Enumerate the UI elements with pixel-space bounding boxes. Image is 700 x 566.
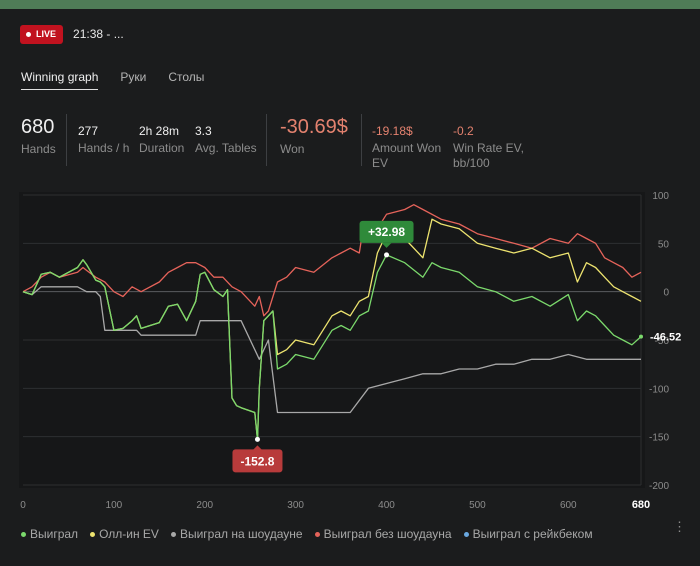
stat-win-rate-ev-label-line2: bb/100: [453, 156, 490, 170]
stat-amount-won-ev: -19.18$ Amount Won EV: [372, 124, 441, 171]
stat-hands-per-hour-value: 277: [78, 124, 99, 138]
stat-avg-tables: 3.3 Avg. Tables: [195, 124, 257, 156]
stat-duration-label: Duration: [139, 141, 185, 155]
stat-hands-per-hour: 277 Hands / h: [78, 124, 129, 156]
tab-bar: Winning graph Руки Столы: [21, 70, 204, 90]
top-accent-bar: [0, 0, 700, 9]
legend-label: Олл-ин EV: [99, 527, 159, 541]
stat-amount-won-ev-value: -19.18$: [372, 124, 413, 138]
legend-dot-icon: [21, 531, 26, 537]
stat-hands: 680 Hands: [21, 116, 56, 157]
legend-label: Выиграл без шоудауна: [323, 527, 452, 541]
end-value-label: -46.52: [650, 332, 681, 344]
end-point: [639, 334, 643, 339]
x-tick-label: 500: [469, 500, 486, 511]
legend-item[interactable]: Выиграл: [21, 527, 78, 541]
tab-winning-graph[interactable]: Winning graph: [21, 70, 99, 90]
legend-label: Выиграл на шоудауне: [179, 527, 303, 541]
y-tick-label: -150: [649, 433, 669, 444]
session-header: LIVE 21:38 - ...: [20, 24, 124, 44]
legend-item[interactable]: Выиграл без шоудауна: [314, 527, 452, 541]
stat-win-rate-ev: -0.2 Win Rate EV, bb/100: [453, 124, 524, 171]
max-point: [384, 252, 390, 258]
stat-divider: [361, 114, 362, 166]
legend-dot-icon: [170, 531, 176, 537]
stat-amount-won-ev-label-line2: EV: [372, 156, 389, 170]
winning-graph-chart[interactable]: 100500-50-100-150-2000 100 200 300 400 500 600…: [0, 190, 700, 520]
x-tick-label: 600: [560, 500, 577, 511]
stat-win-rate-ev-label-line1: Win Rate EV,: [453, 141, 524, 155]
live-badge[interactable]: LIVE: [20, 24, 64, 44]
x-tick-label: 680: [632, 499, 650, 511]
legend-item[interactable]: Выиграл с рейкбеком: [463, 527, 593, 541]
max-callout-label: +32.98: [368, 225, 405, 239]
min-point: [254, 436, 260, 442]
min-callout-label: -152.8: [240, 454, 274, 468]
legend-label: Выиграл: [30, 527, 79, 541]
stat-duration-value: 2h 28m: [139, 124, 180, 138]
stat-hands-value: 680: [21, 116, 55, 138]
chart-legend: Выиграл Олл-ин EV Выиграл на шоудауне Выигр…: [21, 527, 593, 541]
legend-label: Выиграл с рейкбеком: [472, 527, 593, 541]
tab-tables[interactable]: Столы: [168, 70, 204, 90]
stat-won-label: Won: [280, 142, 305, 156]
stat-amount-won-ev-label: Amount Won EV: [372, 141, 441, 171]
stat-duration: 2h 28m Duration: [139, 124, 184, 156]
y-tick-label: -100: [649, 384, 669, 395]
legend-item[interactable]: Выиграл на шоудауне: [170, 527, 303, 541]
stat-amount-won-ev-label-line1: Amount Won: [372, 141, 442, 155]
legend-item[interactable]: Олл-ин EV: [90, 527, 159, 541]
x-tick-label: 0: [20, 500, 26, 511]
stat-hands-label: Hands: [21, 142, 56, 156]
stat-win-rate-ev-value: -0.2: [453, 124, 474, 138]
live-label: LIVE: [36, 29, 57, 39]
stat-won: -30.69$ Won: [280, 116, 348, 157]
stat-hands-per-hour-label: Hands / h: [78, 141, 130, 155]
session-title: 21:38 - ...: [73, 27, 124, 41]
y-tick-label: 0: [663, 288, 669, 299]
kebab-icon[interactable]: ⋮: [673, 520, 686, 533]
y-tick-label: 50: [658, 239, 670, 250]
legend-dot-icon: [463, 531, 469, 537]
stat-avg-tables-value: 3.3: [195, 124, 212, 138]
tab-hands[interactable]: Руки: [120, 70, 146, 90]
stat-avg-tables-label: Avg. Tables: [195, 141, 257, 155]
x-tick-label: 200: [196, 500, 213, 511]
stat-divider: [266, 114, 267, 166]
x-tick-label: 100: [106, 500, 123, 511]
legend-dot-icon: [314, 531, 320, 537]
y-tick-label: -200: [649, 481, 669, 492]
stat-won-value: -30.69$: [280, 116, 348, 138]
stat-win-rate-ev-label: Win Rate EV, bb/100: [453, 141, 524, 171]
x-tick-label: 400: [378, 500, 395, 511]
stat-divider: [66, 114, 67, 166]
x-tick-label: 300: [287, 500, 304, 511]
live-dot-icon: [26, 31, 31, 37]
y-tick-label: 100: [652, 191, 669, 202]
legend-dot-icon: [90, 531, 96, 537]
